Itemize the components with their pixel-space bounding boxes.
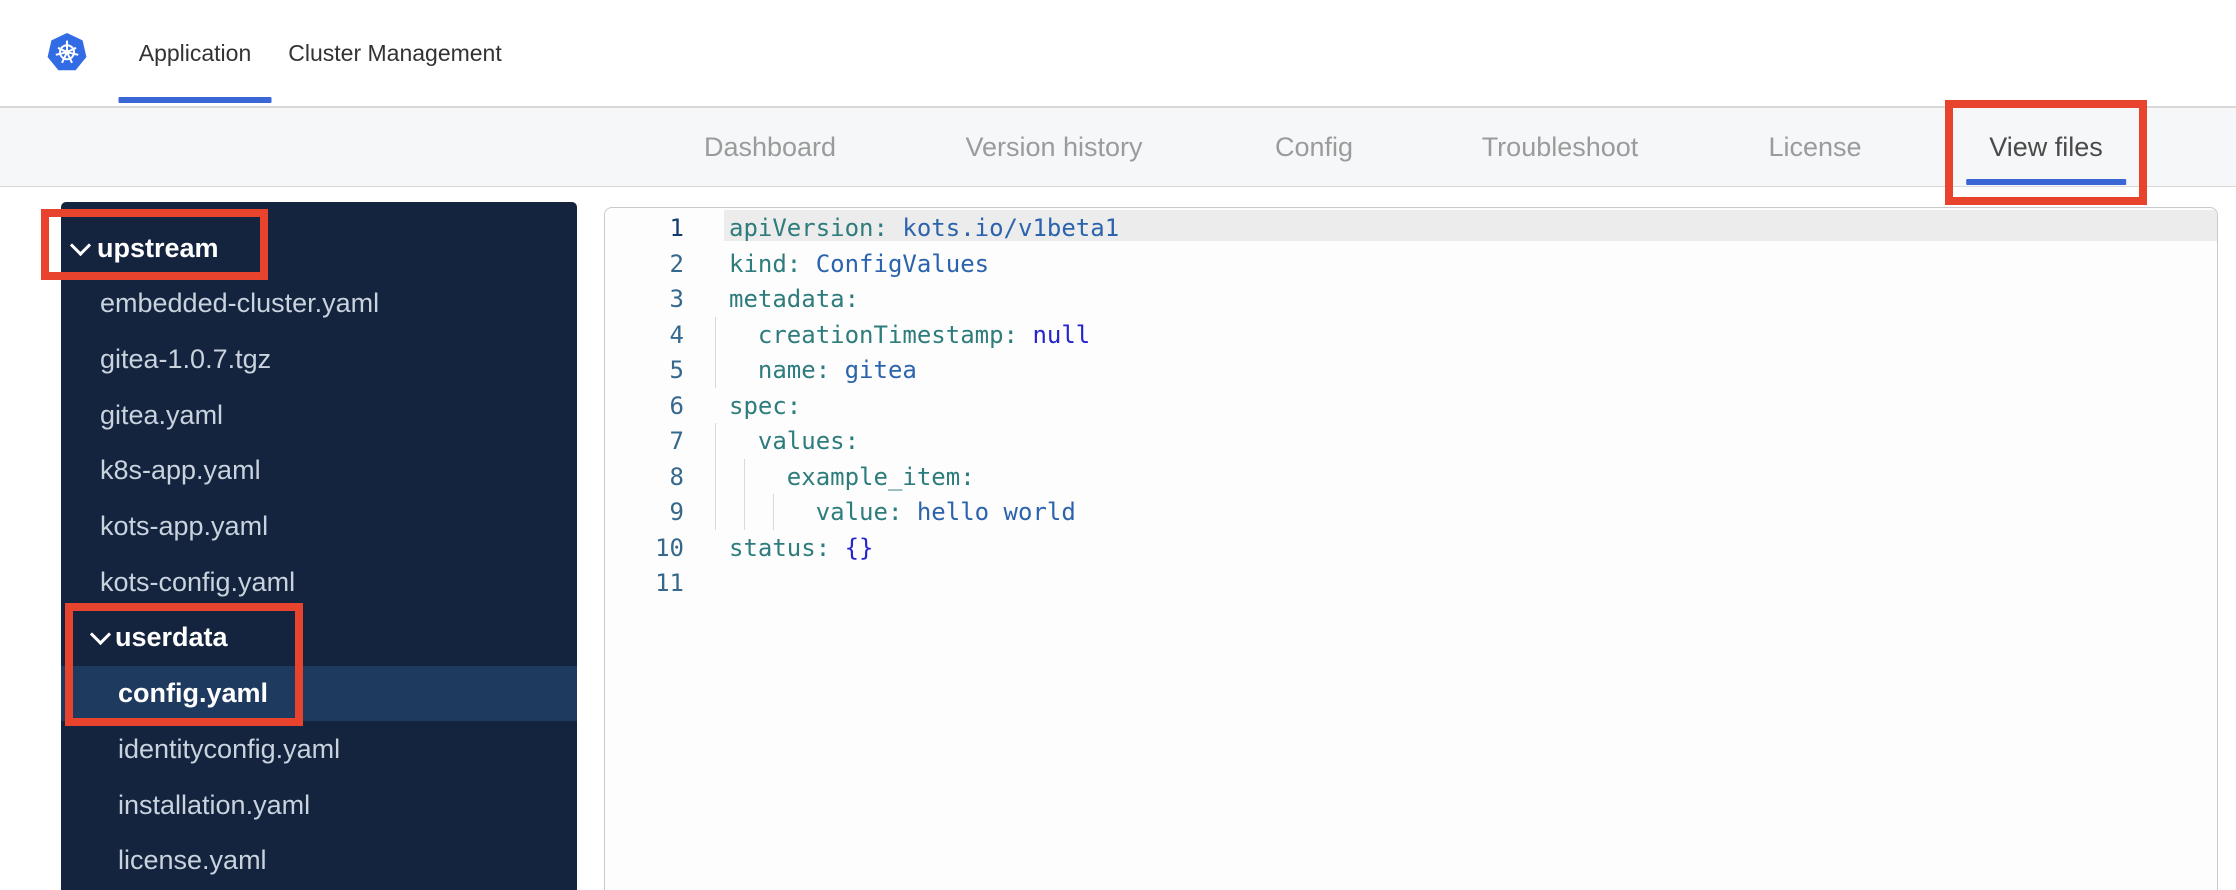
code-line-text: values: <box>757 427 860 455</box>
line-number: 9 <box>669 498 684 526</box>
code-line-9: 9 value: hello world <box>605 494 2217 530</box>
code-line-text: apiVersion: kots.io/v1beta1 <box>729 214 1120 242</box>
line-number: 1 <box>669 214 684 242</box>
topnav-tab-cluster-management[interactable]: Cluster Management <box>245 0 545 106</box>
line-number: 5 <box>669 356 684 384</box>
code-line-text: metadata: <box>729 285 860 313</box>
code-line-text: example_item: <box>786 462 975 491</box>
line-number: 8 <box>669 462 684 491</box>
code-line-1: 1 apiVersion: kots.io/v1beta1 <box>605 210 2217 246</box>
tree-file-config-yaml[interactable]: config.yaml <box>61 666 577 722</box>
chevron-down-icon <box>69 234 92 256</box>
line-number: 10 <box>655 533 684 562</box>
tree-folder-label: userdata <box>115 622 228 653</box>
code-line-10: 10 status: {} <box>605 530 2217 566</box>
tree-file-k8s-app-yaml[interactable]: k8s-app.yaml <box>61 443 577 498</box>
subnav-tab-label: Version history <box>965 131 1143 162</box>
kots-admin-console: Application Cluster Management Dashboard V… <box>0 0 2236 890</box>
code-line-text: spec: <box>729 391 802 420</box>
tree-folder-label: upstream <box>97 232 219 263</box>
active-subtab-underline <box>1966 179 2126 185</box>
subnav-tab-label: Dashboard <box>703 131 837 162</box>
code-line-7: 7 values: <box>605 423 2217 459</box>
code-line-text: status: {} <box>729 533 874 562</box>
tree-file-gitea-yaml[interactable]: gitea.yaml <box>61 388 577 443</box>
subnav-tab-label: Troubleshoot <box>1481 131 1639 162</box>
tree-file-installation-yaml[interactable]: installation.yaml <box>61 778 577 833</box>
code-line-4: 4 creationTimestamp: null <box>605 317 2217 353</box>
tree-folder-upstream[interactable]: upstream <box>61 221 577 276</box>
tree-file-label: gitea-1.0.7.tgz <box>100 343 272 374</box>
subnav-tab-label: View files <box>1989 131 2103 162</box>
file-tree-sidebar: upstream embedded-cluster.yaml gitea-1.0.7… <box>61 202 577 890</box>
code-line-11: 11 <box>605 565 2217 601</box>
tree-file-identityconfig-yaml[interactable]: identityconfig.yaml <box>61 722 577 777</box>
code-line-text: kind: ConfigValues <box>729 249 990 278</box>
tree-file-label: k8s-app.yaml <box>100 455 261 486</box>
line-number: 11 <box>655 569 684 597</box>
tree-file-embedded-cluster-yaml[interactable]: embedded-cluster.yaml <box>61 276 577 331</box>
subnav-tab-label: Config <box>1274 131 1354 162</box>
subnav-tab-config[interactable]: Config <box>1275 108 1353 186</box>
code-line-5: 5 name: gitea <box>605 352 2217 388</box>
code-line-8: 8 example_item: <box>605 459 2217 495</box>
tree-file-label: embedded-cluster.yaml <box>100 288 380 319</box>
topnav-tab-label: Cluster Management <box>288 39 502 66</box>
subnav-tab-label: License <box>1768 131 1862 162</box>
tree-file-label: config.yaml <box>118 678 269 709</box>
tree-folder-userdata[interactable]: userdata <box>61 610 577 665</box>
line-number: 2 <box>669 249 684 278</box>
tree-file-kots-app-yaml[interactable]: kots-app.yaml <box>61 499 577 554</box>
subnav-tab-troubleshoot[interactable]: Troubleshoot <box>1482 108 1639 186</box>
code-line-3: 3 metadata: <box>605 281 2217 317</box>
line-number: 3 <box>669 285 684 313</box>
code-line-text: name: gitea <box>757 356 917 384</box>
code-line-2: 2 kind: ConfigValues <box>605 246 2217 282</box>
tree-file-label: identityconfig.yaml <box>118 733 341 764</box>
code-line-6: 6 spec: <box>605 388 2217 424</box>
tree-file-label: kots-app.yaml <box>100 511 269 541</box>
topnav-tab-label: Application <box>138 39 252 66</box>
subnav-tab-view-files[interactable]: View files <box>1966 108 2126 186</box>
subnav-tab-license[interactable]: License <box>1768 108 1861 186</box>
code-line-text: value: hello world <box>815 498 1076 526</box>
line-number: 6 <box>669 391 684 420</box>
tree-file-label: license.yaml <box>118 845 267 876</box>
tree-file-label: installation.yaml <box>118 789 311 820</box>
tree-file-kots-config-yaml[interactable]: kots-config.yaml <box>61 555 577 610</box>
line-number: 4 <box>669 320 684 349</box>
code-line-text: creationTimestamp: null <box>757 320 1091 349</box>
chevron-down-icon <box>89 624 112 646</box>
tree-file-label: gitea.yaml <box>100 399 224 430</box>
app-tab-bar: Dashboard Version history Config Troublesho… <box>0 107 2236 187</box>
subnav-tab-version-history[interactable]: Version history <box>965 108 1142 186</box>
code-editor[interactable]: 1 apiVersion: kots.io/v1beta1 2 kind: Confi… <box>604 207 2218 890</box>
tree-file-license-yaml[interactable]: license.yaml <box>61 833 577 888</box>
top-nav: Application Cluster Management <box>0 0 2236 107</box>
tree-file-gitea-1-0-7-tgz[interactable]: gitea-1.0.7.tgz <box>61 332 577 387</box>
tree-file-label: kots-config.yaml <box>100 566 296 597</box>
line-number: 7 <box>669 427 684 455</box>
subnav-tab-dashboard[interactable]: Dashboard <box>704 108 836 186</box>
